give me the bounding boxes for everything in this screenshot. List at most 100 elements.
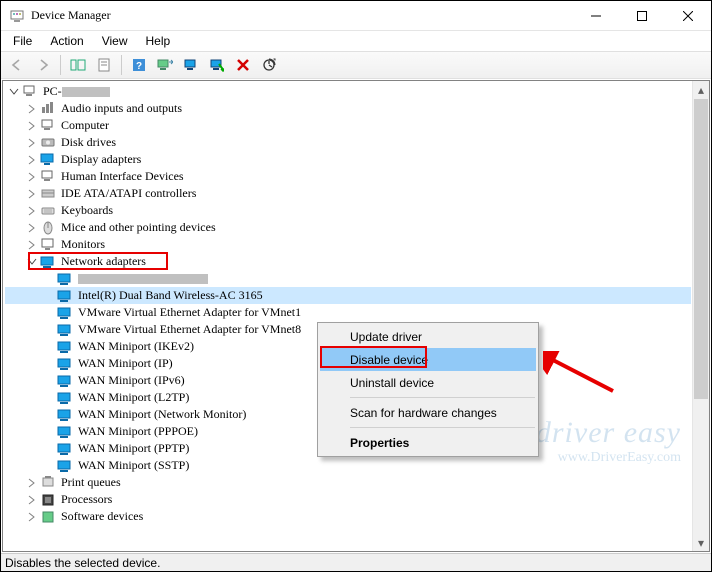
obscured-text — [62, 87, 110, 97]
network-adapter-icon — [57, 356, 73, 372]
network-adapter-icon — [57, 441, 73, 457]
tree-root[interactable]: PC- — [5, 83, 691, 100]
tree-device[interactable] — [5, 270, 691, 287]
tree-device[interactable]: Intel(R) Dual Band Wireless-AC 3165 — [5, 287, 691, 304]
tree-item-label: Display adapters — [59, 152, 143, 167]
menubar: File Action View Help — [1, 31, 711, 51]
tree-category[interactable]: Processors — [5, 491, 691, 508]
tree-item-label: IDE ATA/ATAPI controllers — [59, 186, 198, 201]
chevron-right-icon[interactable] — [25, 136, 39, 150]
category-icon — [40, 186, 56, 202]
toolbar-properties-button[interactable] — [92, 53, 116, 77]
chevron-right-icon[interactable] — [25, 476, 39, 490]
tree-category[interactable]: Keyboards — [5, 202, 691, 219]
tree-category[interactable]: Mice and other pointing devices — [5, 219, 691, 236]
tree-item-label: WAN Miniport (Network Monitor) — [76, 407, 248, 422]
obscured-text — [78, 274, 208, 284]
network-adapter-icon — [57, 407, 73, 423]
vertical-scrollbar[interactable]: ▴ ▾ — [692, 81, 709, 551]
toolbar-update-driver-button[interactable] — [153, 53, 177, 77]
tree-item-label: Software devices — [59, 509, 145, 524]
toolbar-uninstall-button[interactable] — [231, 53, 255, 77]
scroll-thumb[interactable] — [694, 99, 708, 399]
network-adapter-icon — [40, 254, 56, 270]
tree-item-label: Disk drives — [59, 135, 118, 150]
tree-category[interactable]: Software devices — [5, 508, 691, 525]
toolbar-separator — [121, 55, 122, 75]
chevron-right-icon[interactable] — [25, 510, 39, 524]
ctx-update-driver[interactable]: Update driver — [320, 325, 536, 348]
category-icon — [40, 101, 56, 117]
tree-item-label — [76, 271, 210, 286]
chevron-down-icon[interactable] — [25, 255, 39, 269]
chevron-right-icon[interactable] — [25, 170, 39, 184]
category-icon — [40, 118, 56, 134]
network-adapter-icon — [57, 458, 73, 474]
ctx-properties[interactable]: Properties — [320, 431, 536, 454]
scroll-down-button[interactable]: ▾ — [693, 534, 709, 551]
app-icon — [9, 8, 25, 24]
network-adapter-icon — [57, 271, 73, 287]
network-adapter-icon — [57, 424, 73, 440]
toolbar-show-hide-console-button[interactable] — [66, 53, 90, 77]
chevron-down-icon[interactable] — [7, 85, 21, 99]
tree-category[interactable]: Human Interface Devices — [5, 168, 691, 185]
chevron-right-icon[interactable] — [25, 493, 39, 507]
tree-category[interactable]: Audio inputs and outputs — [5, 100, 691, 117]
toolbar-disable-button[interactable] — [205, 53, 229, 77]
tree-item-label: VMware Virtual Ethernet Adapter for VMne… — [76, 305, 303, 320]
tree-item-label: Processors — [59, 492, 114, 507]
tree-device[interactable]: VMware Virtual Ethernet Adapter for VMne… — [5, 304, 691, 321]
toolbar-enable-button[interactable] — [179, 53, 203, 77]
menu-file[interactable]: File — [5, 32, 40, 50]
chevron-right-icon[interactable] — [25, 221, 39, 235]
status-text: Disables the selected device. — [5, 556, 160, 570]
maximize-button[interactable] — [619, 1, 665, 31]
tree-category[interactable]: Computer — [5, 117, 691, 134]
scroll-up-button[interactable]: ▴ — [693, 81, 709, 98]
ctx-scan-hardware[interactable]: Scan for hardware changes — [320, 401, 536, 424]
chevron-right-icon[interactable] — [25, 119, 39, 133]
toolbar-scan-hardware-button[interactable] — [257, 53, 281, 77]
toolbar-forward-button[interactable] — [31, 53, 55, 77]
tree-item-label: WAN Miniport (SSTP) — [76, 458, 191, 473]
network-adapter-icon — [57, 390, 73, 406]
menu-action[interactable]: Action — [42, 32, 91, 50]
chevron-right-icon[interactable] — [25, 102, 39, 116]
network-adapter-icon — [57, 305, 73, 321]
chevron-right-icon[interactable] — [25, 187, 39, 201]
toolbar-back-button[interactable] — [5, 53, 29, 77]
tree-item-label: Keyboards — [59, 203, 115, 218]
tree-category[interactable]: Monitors — [5, 236, 691, 253]
category-icon — [40, 475, 56, 491]
tree-category[interactable]: IDE ATA/ATAPI controllers — [5, 185, 691, 202]
network-adapter-icon — [57, 373, 73, 389]
tree-category-network-adapters[interactable]: Network adapters — [5, 253, 691, 270]
tree-item-label: Mice and other pointing devices — [59, 220, 218, 235]
tree-item-label: WAN Miniport (IPv6) — [76, 373, 187, 388]
menu-view[interactable]: View — [94, 32, 136, 50]
ctx-uninstall-device[interactable]: Uninstall device — [320, 371, 536, 394]
ctx-disable-device[interactable]: Disable device — [320, 348, 536, 371]
chevron-right-icon[interactable] — [25, 153, 39, 167]
tree-category[interactable]: Disk drives — [5, 134, 691, 151]
tree-device[interactable]: WAN Miniport (SSTP) — [5, 457, 691, 474]
device-tree[interactable]: PC- Audio inputs and outputsComputerDisk… — [5, 83, 691, 549]
menu-help[interactable]: Help — [138, 32, 179, 50]
category-icon — [40, 492, 56, 508]
toolbar-separator — [60, 55, 61, 75]
computer-icon — [22, 84, 38, 100]
close-button[interactable] — [665, 1, 711, 31]
ctx-separator — [350, 397, 535, 398]
titlebar: Device Manager — [1, 1, 711, 31]
toolbar-help-button[interactable]: ? — [127, 53, 151, 77]
chevron-right-icon[interactable] — [25, 238, 39, 252]
window-title: Device Manager — [31, 8, 573, 23]
chevron-right-icon[interactable] — [25, 204, 39, 218]
tree-category[interactable]: Display adapters — [5, 151, 691, 168]
tree-item-label: WAN Miniport (IP) — [76, 356, 175, 371]
tree-category[interactable]: Print queues — [5, 474, 691, 491]
category-icon — [40, 509, 56, 525]
minimize-button[interactable] — [573, 1, 619, 31]
category-icon — [40, 169, 56, 185]
